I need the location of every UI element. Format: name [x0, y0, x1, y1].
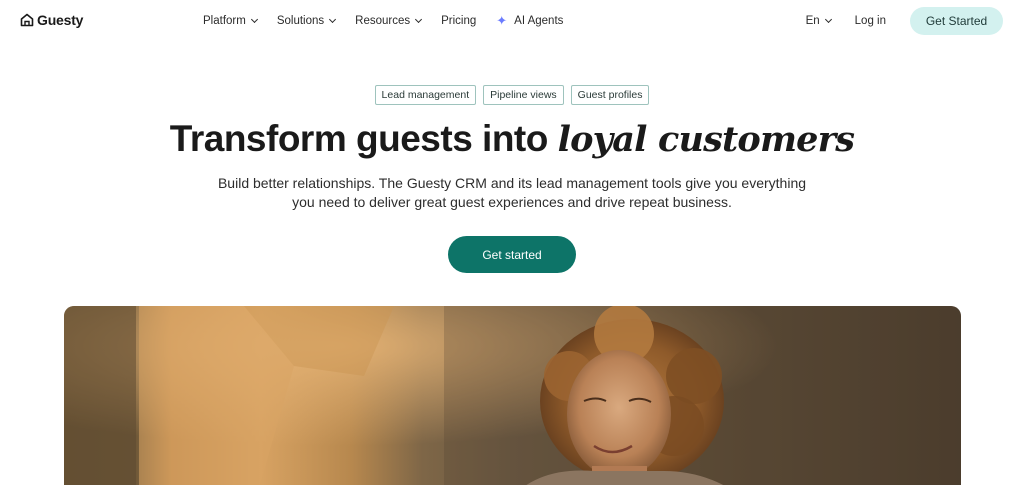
nav-actions: En Log in Get Started [806, 7, 1003, 35]
get-started-nav-button[interactable]: Get Started [910, 7, 1003, 35]
get-started-button[interactable]: Get started [448, 236, 576, 273]
chevron-down-icon [415, 15, 423, 23]
nav-item-label: Platform [203, 14, 246, 27]
hero-subtext: Build better relationships. The Guesty C… [217, 175, 807, 210]
language-label: En [805, 15, 820, 27]
nav-item-platform[interactable]: Platform [203, 14, 258, 27]
nav-item-label: AI Agents [514, 14, 564, 27]
tag-lead-management[interactable]: Lead management [374, 85, 477, 105]
chevron-down-icon [824, 15, 832, 24]
chevron-down-icon [250, 15, 258, 23]
brand-name: Guesty [37, 12, 84, 28]
nav-item-label: Pricing [441, 14, 477, 27]
primary-nav: Platform Solutions Resources Pricing ✦ A… [203, 14, 583, 27]
nav-item-ai-agents[interactable]: ✦ AI Agents [496, 14, 563, 27]
language-selector[interactable]: En [805, 15, 832, 27]
feature-tags: Lead management Pipeline views Guest pro… [0, 85, 1024, 105]
sparkle-icon: ✦ [496, 13, 508, 28]
nav-item-resources[interactable]: Resources [355, 14, 423, 27]
login-link[interactable]: Log in [855, 15, 886, 27]
nav-item-pricing[interactable]: Pricing [441, 15, 476, 27]
woman-portrait-image [64, 306, 961, 485]
top-navigation: Guesty Platform Solutions Resources Pric… [0, 0, 1024, 42]
hero-headline: Transform guests into loyal customers [0, 118, 1024, 160]
brand-logo[interactable]: Guesty [20, 12, 83, 28]
tag-guest-profiles[interactable]: Guest profiles [570, 85, 650, 105]
hero-photo [64, 306, 961, 485]
house-logo-icon [20, 13, 34, 27]
nav-item-solutions[interactable]: Solutions [276, 14, 337, 27]
nav-item-label: Resources [355, 14, 411, 27]
tag-pipeline-views[interactable]: Pipeline views [483, 85, 564, 105]
headline-plain: Transform guests into [169, 118, 558, 159]
nav-item-label: Solutions [276, 14, 325, 27]
chevron-down-icon [329, 15, 337, 23]
headline-italic: loyal customers [557, 119, 855, 160]
